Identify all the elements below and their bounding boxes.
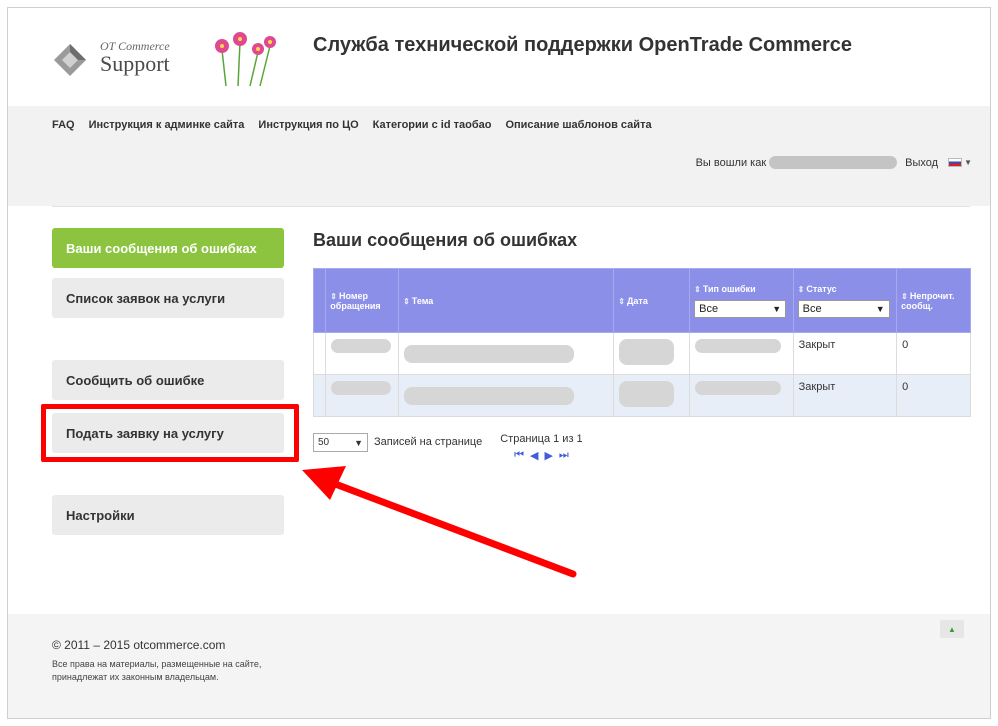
logged-in-label: Вы вошли как: [695, 156, 767, 169]
last-page-icon[interactable]: ⏭: [559, 449, 569, 462]
header: OT Commerce Support Служба технической п…: [8, 8, 990, 106]
copyright: © 2011 – 2015 otcommerce.com: [52, 638, 226, 652]
table-row[interactable]: Закрыт 0: [312, 332, 971, 375]
caret-down-icon[interactable]: ▼: [964, 158, 972, 167]
user-line: Вы вошли как Выход ▼: [696, 156, 972, 169]
cell-subject[interactable]: [398, 332, 615, 375]
logo[interactable]: OT Commerce Support: [52, 30, 282, 90]
logo-diamond-icon: [54, 44, 86, 76]
russian-flag-icon[interactable]: [948, 158, 963, 167]
sidebar-item-service-requests[interactable]: Список заявок на услуги: [52, 278, 284, 318]
per-page-select[interactable]: 50 ▼: [313, 433, 368, 452]
col-number[interactable]: ⇕ Номер обращения: [325, 268, 400, 333]
redacted-error-type: [695, 381, 782, 395]
table-stub-cell: [312, 374, 327, 417]
redacted-number: [331, 381, 392, 395]
page-nav: ⏮ ◀ ▶ ⏭: [500, 449, 582, 462]
sidebar-item-settings[interactable]: Настройки: [52, 495, 284, 535]
chevron-down-icon: ▼: [354, 437, 363, 448]
sidebar-item-submit-service-request[interactable]: Подать заявку на услугу: [52, 413, 284, 453]
col-unread-label: Непрочит. сообщ.: [901, 290, 955, 311]
logo-text: OT Commerce Support: [100, 40, 170, 75]
cell-date: [613, 332, 691, 375]
cell-error-type: [689, 374, 794, 417]
sidebar-item-my-error-reports[interactable]: Ваши сообщения об ошибках: [52, 228, 284, 268]
nav-templates[interactable]: Описание шаблонов сайта: [505, 119, 651, 131]
nav-admin-guide[interactable]: Инструкция к админке сайта: [89, 119, 245, 131]
per-page-value: 50: [318, 437, 330, 448]
redacted-date: [619, 339, 675, 365]
sort-icon: ⇕: [797, 284, 805, 294]
per-page-label: Записей на странице: [374, 436, 483, 448]
col-status-label: Статус: [806, 283, 837, 294]
redacted-date: [619, 381, 675, 407]
redacted-subject: [404, 345, 575, 363]
cell-status: Закрыт: [792, 332, 898, 375]
status-filter-value: Все: [802, 302, 822, 315]
table-stub-header: [312, 268, 327, 333]
cell-unread: 0: [896, 374, 971, 417]
status-filter[interactable]: Все ▼: [797, 299, 890, 318]
pager: 50 ▼ Записей на странице Страница 1 из 1 …: [313, 433, 583, 462]
cell-date: [613, 374, 691, 417]
navbar: FAQ Инструкция к админке сайта Инструкци…: [8, 106, 990, 206]
next-page-icon[interactable]: ▶: [544, 449, 552, 462]
cell-number[interactable]: [325, 332, 400, 375]
col-date-label: Дата: [627, 295, 648, 306]
nav-taobao-categories[interactable]: Категории с id таобао: [373, 119, 492, 131]
col-number-label: Номер обращения: [330, 290, 381, 311]
sidebar-item-report-error[interactable]: Сообщить об ошибке: [52, 360, 284, 400]
nav-links: FAQ Инструкция к админке сайта Инструкци…: [52, 119, 652, 131]
page-info: Страница 1 из 1 ⏮ ◀ ▶ ⏭: [500, 433, 582, 462]
sort-icon: ⇕: [403, 296, 410, 306]
chevron-down-icon: ▼: [875, 303, 885, 314]
logout-link[interactable]: Выход: [905, 157, 938, 169]
sort-icon: ⇕: [618, 296, 625, 306]
error-type-filter[interactable]: Все ▼: [694, 299, 787, 318]
col-error-type-label: Тип ошибки: [702, 283, 756, 294]
col-subject[interactable]: ⇕ Тема: [398, 268, 615, 333]
redacted-username: [769, 156, 898, 169]
col-date[interactable]: ⇕ Дата: [613, 268, 691, 333]
cell-number[interactable]: [325, 374, 400, 417]
page-frame: OT Commerce Support Служба технической п…: [7, 7, 991, 719]
sort-icon: ⇕: [330, 291, 337, 301]
error-type-filter-value: Все: [699, 302, 719, 315]
sort-icon: ⇕: [694, 284, 701, 294]
sort-icon: ⇕: [901, 291, 908, 301]
page-info-text: Страница 1 из 1: [500, 433, 583, 445]
prev-page-icon[interactable]: ◀: [530, 449, 538, 462]
col-error-type[interactable]: ⇕ Тип ошибки Все ▼: [689, 268, 794, 333]
logo-big-text: Support: [100, 51, 170, 76]
error-reports-table: ⇕ Номер обращения ⇕ Тема ⇕ Дата ⇕ Тип ошибки…: [312, 268, 971, 417]
col-subject-label: Тема: [411, 295, 434, 306]
table-stub-cell: [312, 332, 327, 375]
page-title: Ваши сообщения об ошибках: [313, 230, 578, 250]
redacted-error-type: [695, 339, 782, 353]
scroll-top-icon[interactable]: ▲: [940, 620, 964, 638]
cell-subject[interactable]: [398, 374, 615, 417]
flowers-icon: [215, 32, 276, 87]
site-title: Служба технической поддержки OpenTrade C…: [313, 34, 852, 56]
redacted-subject: [404, 387, 575, 405]
cell-error-type: [689, 332, 794, 375]
chevron-down-icon: ▼: [772, 303, 782, 314]
nav-co-guide[interactable]: Инструкция по ЦО: [258, 119, 358, 131]
nav-faq[interactable]: FAQ: [52, 119, 75, 131]
cell-status: Закрыт: [792, 374, 898, 417]
table-row[interactable]: Закрыт 0: [312, 374, 971, 417]
cell-unread: 0: [896, 332, 971, 375]
redacted-number: [331, 339, 392, 353]
header-divider: [52, 206, 970, 207]
first-page-icon[interactable]: ⏮: [514, 449, 524, 462]
col-unread[interactable]: ⇕ Непрочит. сообщ.: [896, 268, 971, 333]
rights-text: Все права на материалы, размещенные на с…: [52, 659, 262, 682]
col-status[interactable]: ⇕ Статус Все ▼: [792, 268, 898, 333]
